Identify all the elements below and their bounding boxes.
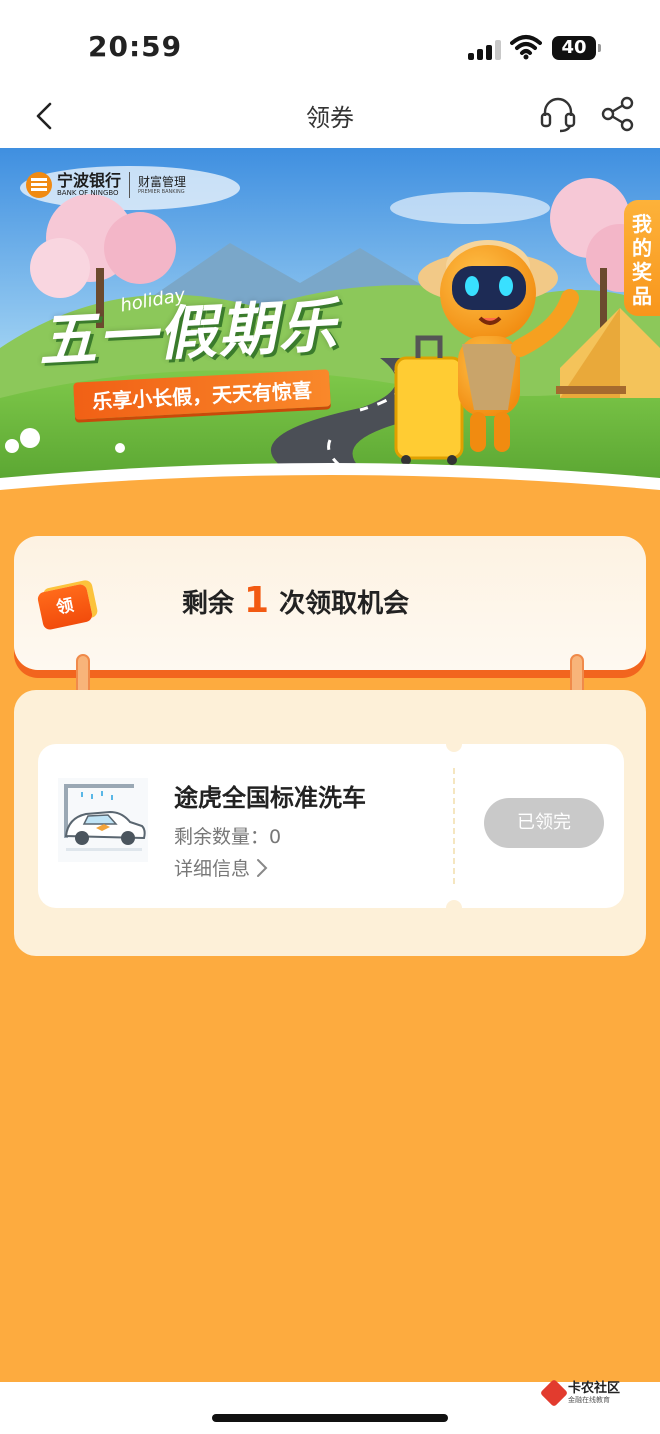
watermark: 卡农社区 金融在线教育 [539,1378,621,1408]
logo-divider [129,172,131,198]
home-indicator[interactable] [212,1414,448,1422]
coupon-notch-bottom [446,900,462,916]
coupon-detail-link[interactable]: 详细信息 [174,854,268,881]
watermark-logo-icon [539,1378,569,1408]
coupon-remaining-label: 剩余数量： [174,826,270,848]
bank-name-en: BANK OF NINGBO [57,189,119,197]
coupon-panel: 途虎全国标准洗车 剩余数量：0 详细信息 已领完 [14,690,646,956]
customer-service-icon[interactable] [538,94,578,134]
bank-logo: 宁波银行 BANK OF NINGBO 财富管理 PREMIER BANKING [26,172,186,198]
banner-headline: 五一假期乐 [36,291,340,375]
watermark-sub: 金融在线教育 [568,1396,610,1404]
bank-logo-icon [26,172,52,198]
coupon-remaining-value: 0 [269,826,282,848]
coupon-divider [453,768,455,884]
coupon-card: 途虎全国标准洗车 剩余数量：0 详细信息 已领完 [38,736,624,916]
watermark-name: 卡农社区 [568,1381,621,1396]
nav-bar: 领券 [0,84,660,148]
status-bar: 20:59 40 [0,0,660,84]
share-icon[interactable] [598,94,638,134]
holiday-banner: 宁波银行 BANK OF NINGBO 财富管理 PREMIER BANKING… [0,148,660,520]
coupon-remaining: 剩余数量：0 [174,822,281,849]
coupon-notch-top [446,736,462,752]
division-name-en: PREMIER BANKING [138,189,185,195]
wifi-icon [510,35,542,60]
chevron-right-icon [257,858,268,877]
claim-badge-icon: 领 [36,583,94,631]
cellular-signal-icon [468,40,502,60]
battery-icon: 40 [552,36,601,60]
status-time: 20:59 [88,30,183,63]
division-name: 财富管理 [138,175,187,189]
chance-count: 1 [244,580,270,621]
chance-prefix: 剩余 [182,589,235,619]
bottom-bar: 卡农社区 金融在线教育 [0,1378,660,1434]
coupon-name: 途虎全国标准洗车 [174,784,366,812]
my-prize-button[interactable]: 我的奖品 [624,200,660,316]
chance-suffix: 次领取机会 [279,589,410,619]
remaining-chances-card: 领 剩余 1 次领取机会 [14,536,646,670]
claimed-button[interactable]: 已领完 [484,798,604,848]
my-prize-label: 我的奖品 [632,212,652,308]
coupon-detail-label: 详细信息 [174,858,251,880]
bank-name: 宁波银行 [57,171,122,190]
car-wash-image [58,778,148,862]
remaining-chances-text: 剩余 1 次领取机会 [182,580,409,621]
